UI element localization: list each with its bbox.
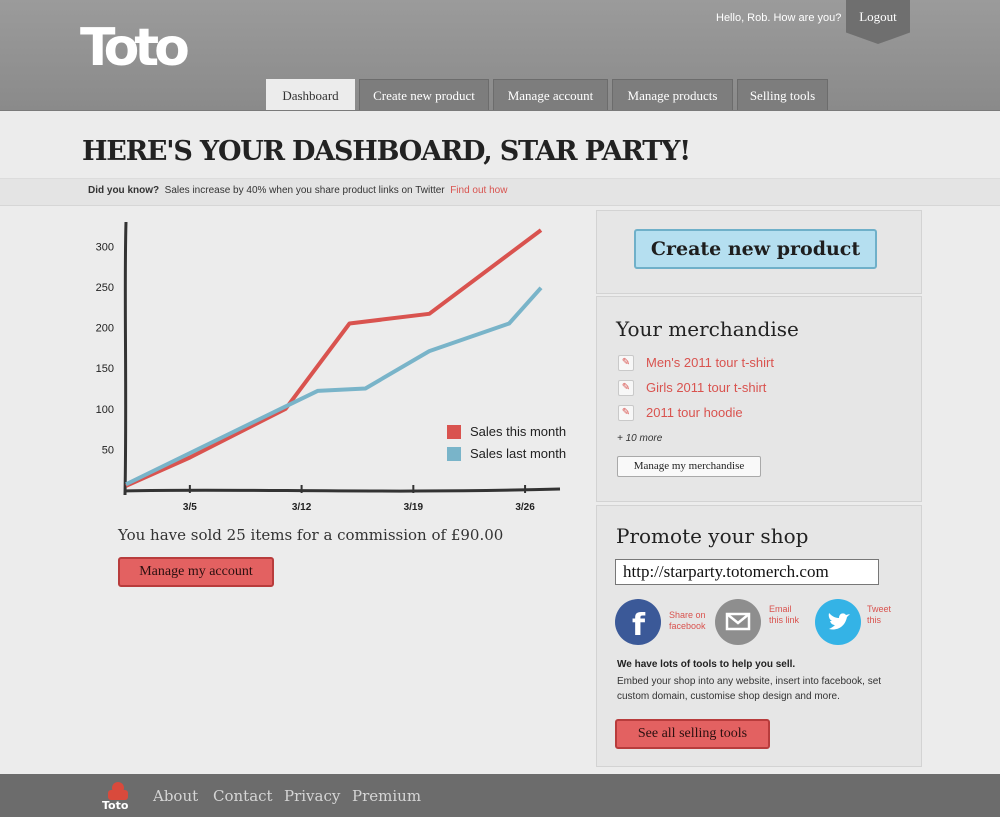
y-tick-label: 100 [96,404,114,416]
x-tick-label: 3/19 [404,502,424,510]
svg-text:f: f [632,608,646,643]
y-axis-ticks: 50 100 150 200 250 300 [96,241,114,456]
twitter-icon[interactable] [815,599,861,645]
tab-dashboard[interactable]: Dashboard [266,79,355,110]
tip-message: Sales increase by 40% when you share pro… [164,185,445,196]
y-tick-label: 150 [96,363,114,375]
tab-selling-tools[interactable]: Selling tools [737,79,828,110]
promote-title: Promote your shop [616,524,809,548]
manage-merchandise-button[interactable]: Manage my merchandise [617,456,761,477]
share-label[interactable]: this [867,615,891,626]
manage-account-button[interactable]: Manage my account [118,557,274,587]
merchandise-title: Your merchandise [616,317,799,341]
y-tick-label: 200 [96,323,114,335]
user-greeting: Hello, Rob. How are you? [716,12,842,24]
x-axis-ticks: 3/5 3/12 3/19 3/26 [183,485,535,510]
legend-swatch [447,425,461,439]
x-tick-label: 3/12 [292,502,312,510]
tip-lead: Did you know? [88,185,160,196]
y-tick-label: 300 [96,241,114,253]
promote-panel: Promote your shop f Share on facebook Em… [596,505,922,767]
email-icon[interactable] [715,599,761,645]
share-facebook-link[interactable]: Share on facebook [669,610,706,632]
toto-logo[interactable]: Toto [80,18,190,78]
sales-chart: 50 100 150 200 250 300 3/5 3/12 3/19 3/26 Sales … [96,221,566,510]
site-header: Toto Hello, Rob. How are you? Logout Das… [0,0,1000,111]
y-tick-label: 250 [96,282,114,294]
share-label[interactable]: Tweet [867,604,891,615]
tools-description: Embed your shop into any website, insert… [617,676,882,702]
footer-privacy-link[interactable]: Privacy [284,787,340,805]
logout-button[interactable]: Logout [846,0,910,44]
email-link[interactable]: Email this link [769,604,799,626]
create-product-button[interactable]: Create new product [634,229,877,269]
footer-about-link[interactable]: About [153,787,198,805]
selling-tools-button[interactable]: See all selling tools [615,719,770,749]
create-panel: Create new product [596,210,922,294]
x-tick-label: 3/26 [515,502,535,510]
edit-pencil-icon[interactable]: ✎ [618,355,634,371]
merchandise-panel: Your merchandise ✎ Men's 2011 tour t-shi… [596,296,922,502]
tip-link[interactable]: Find out how [450,185,507,196]
share-label[interactable]: Email [769,604,799,615]
tab-manage-products[interactable]: Manage products [612,79,733,110]
merch-item-label[interactable]: Men's 2011 tour t-shirt [646,355,774,370]
tab-create-new-product[interactable]: Create new product [359,79,489,110]
edit-pencil-icon[interactable]: ✎ [618,380,634,396]
tools-heading: We have lots of tools to help you sell. [617,659,796,670]
legend-label: Sales last month [470,446,566,461]
shop-url-field[interactable] [615,559,879,585]
share-label[interactable]: facebook [669,621,706,632]
x-axis-line [123,487,561,493]
footer-contact-link[interactable]: Contact [213,787,273,805]
tab-manage-account[interactable]: Manage account [493,79,608,110]
sales-summary: You have sold 25 items for a commission … [118,526,504,544]
footer-logo-text: Toto [102,799,129,812]
x-tick-label: 3/5 [183,502,197,510]
tip-bar: Did you know? Sales increase by 40% when… [0,178,1000,206]
tweet-link[interactable]: Tweet this [867,604,891,626]
y-tick-label: 50 [102,444,114,456]
footer-premium-link[interactable]: Premium [352,787,421,805]
footer-toto-logo[interactable]: Toto [100,780,136,812]
share-label[interactable]: Share on [669,610,706,621]
site-footer: About Contact Privacy Premium [0,774,1000,817]
merch-item-label[interactable]: 2011 tour hoodie [646,405,743,420]
y-axis-line [123,221,128,496]
chart-legend: Sales this month Sales last month [447,424,566,461]
edit-pencil-icon[interactable]: ✎ [618,405,634,421]
facebook-icon[interactable]: f [615,599,661,645]
more-items-count[interactable]: + 10 more [617,433,662,444]
merch-item-label[interactable]: Girls 2011 tour t-shirt [646,380,766,395]
share-label[interactable]: this link [769,615,799,626]
legend-swatch [447,447,461,461]
tip-text: Did you know? Sales increase by 40% when… [88,185,507,196]
legend-label: Sales this month [470,424,566,439]
page-title: HERE'S YOUR DASHBOARD, STAR PARTY! [82,136,691,167]
